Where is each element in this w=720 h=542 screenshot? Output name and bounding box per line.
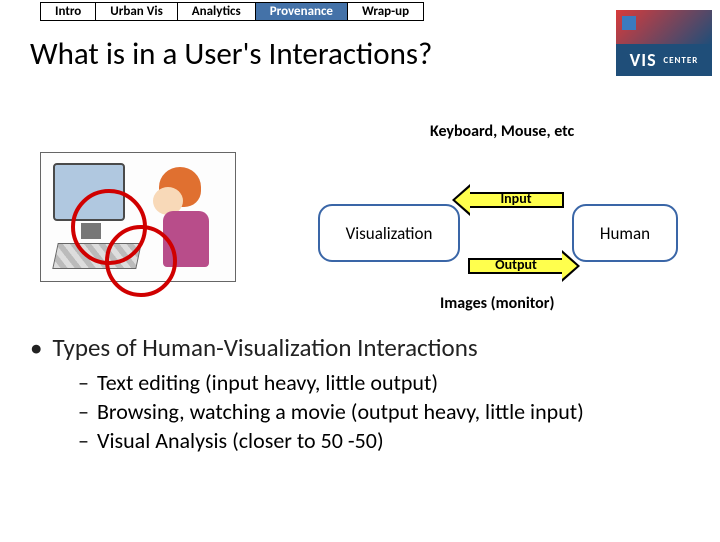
highlight-circle-icon xyxy=(105,225,177,297)
bullet-sub: –Text editing (input heavy, little outpu… xyxy=(78,369,690,396)
bullet-sub: –Browsing, watching a movie (output heav… xyxy=(78,398,690,425)
label-images-monitor: Images (monitor) xyxy=(440,294,554,313)
box-visualization: Visualization xyxy=(318,204,460,262)
bullet-main-text: Types of Human-Visualization Interaction… xyxy=(52,332,477,363)
arrow-output: Output xyxy=(456,250,576,282)
bullet-sub: –Visual Analysis (closer to 50 -50) xyxy=(78,427,690,454)
tab-provenance[interactable]: Provenance xyxy=(255,2,348,21)
label-keyboard-mouse: Keyboard, Mouse, etc xyxy=(430,122,574,141)
bullet-list: •Types of Human-Visualization Interactio… xyxy=(30,332,690,456)
arrow-input: Input xyxy=(456,184,576,216)
logo-text: VIS CENTER xyxy=(616,44,712,76)
box-human: Human xyxy=(572,204,678,262)
vis-center-logo: VIS CENTER xyxy=(616,10,712,80)
arrow-output-label: Output xyxy=(456,256,576,273)
tab-intro[interactable]: Intro xyxy=(40,2,96,21)
interaction-diagram: Keyboard, Mouse, etc Visualization Human… xyxy=(40,122,680,322)
tab-analytics[interactable]: Analytics xyxy=(177,2,256,21)
tab-wrap-up[interactable]: Wrap-up xyxy=(347,2,424,21)
bullet-main: •Types of Human-Visualization Interactio… xyxy=(30,332,690,363)
tab-urban-vis[interactable]: Urban Vis xyxy=(95,2,177,21)
logo-graphic-icon xyxy=(616,10,712,44)
arrow-input-label: Input xyxy=(456,190,576,207)
user-illustration xyxy=(40,152,236,282)
